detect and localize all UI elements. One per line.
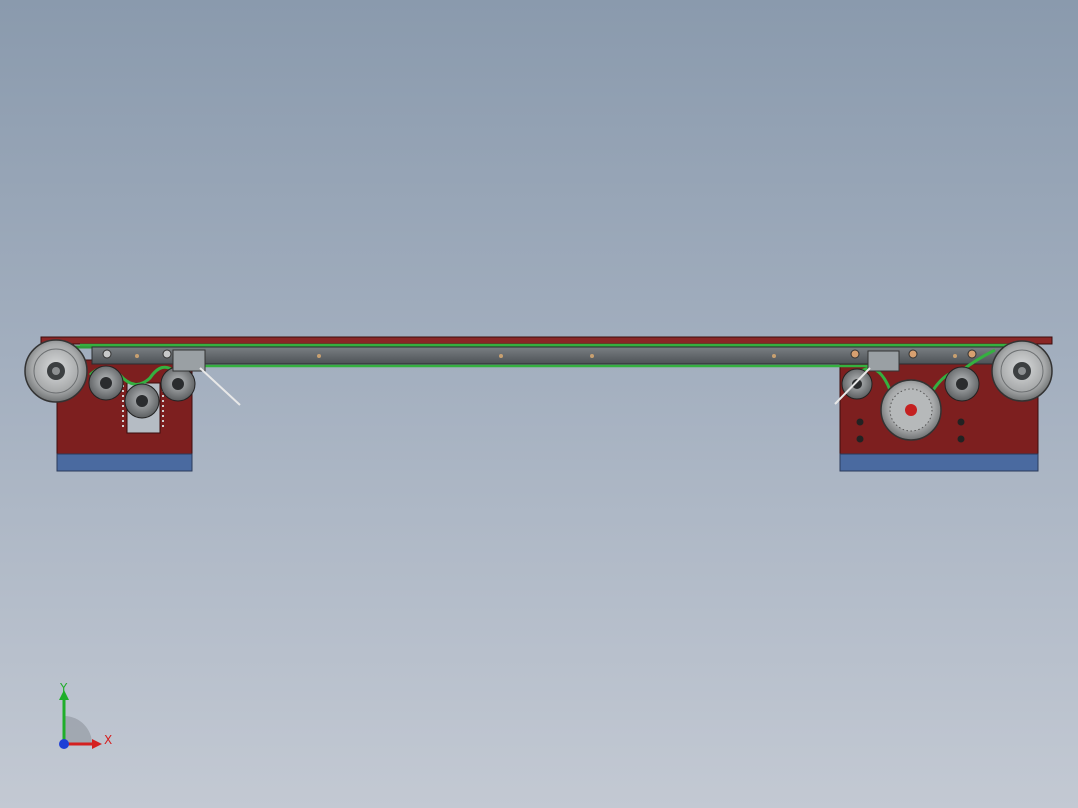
axis-triad: Y X [59,681,112,749]
right-end-pulley[interactable] [991,340,1053,402]
left-idler-gear-3[interactable] [160,366,196,402]
right-housing-base [839,453,1039,472]
conveyor-model[interactable] [0,0,1078,808]
z-axis-dot [59,739,69,749]
left-idler-gear-2[interactable] [124,383,160,419]
right-idler-gear-2[interactable] [944,366,980,402]
right-drive-wheel[interactable] [880,379,942,441]
top-frame-plate [40,336,1053,345]
right-idler-gear-1[interactable] [841,368,873,400]
y-axis-label: Y [59,681,68,695]
cad-viewport[interactable]: Y X [0,0,1078,808]
left-housing-base [56,453,193,472]
x-axis-arrow [92,739,102,749]
left-end-pulley[interactable] [24,339,88,403]
x-axis-label: X [104,733,112,747]
left-idler-gear-1[interactable] [88,365,124,401]
triad-quadrant [64,716,92,744]
